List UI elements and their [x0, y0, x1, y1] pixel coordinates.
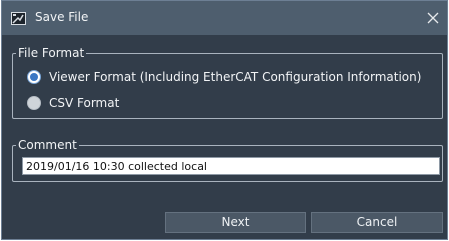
- viewer-format-label[interactable]: Viewer Format (Including EtherCAT Config…: [49, 70, 421, 84]
- save-file-icon: [11, 12, 26, 25]
- comment-legend: Comment: [16, 138, 79, 152]
- title-bar[interactable]: Save File: [2, 1, 447, 35]
- comment-input[interactable]: [22, 157, 440, 175]
- dialog-title: Save File: [35, 10, 89, 24]
- file-format-legend: File Format: [16, 46, 87, 60]
- close-icon[interactable]: [425, 10, 441, 26]
- csv-format-label[interactable]: CSV Format: [49, 96, 119, 110]
- viewer-format-radio[interactable]: [27, 70, 41, 84]
- next-button[interactable]: Next: [165, 212, 306, 233]
- cancel-button[interactable]: Cancel: [311, 212, 443, 233]
- save-file-dialog: Save File File Format Viewer Format (Inc…: [1, 0, 448, 240]
- csv-format-radio[interactable]: [27, 96, 41, 110]
